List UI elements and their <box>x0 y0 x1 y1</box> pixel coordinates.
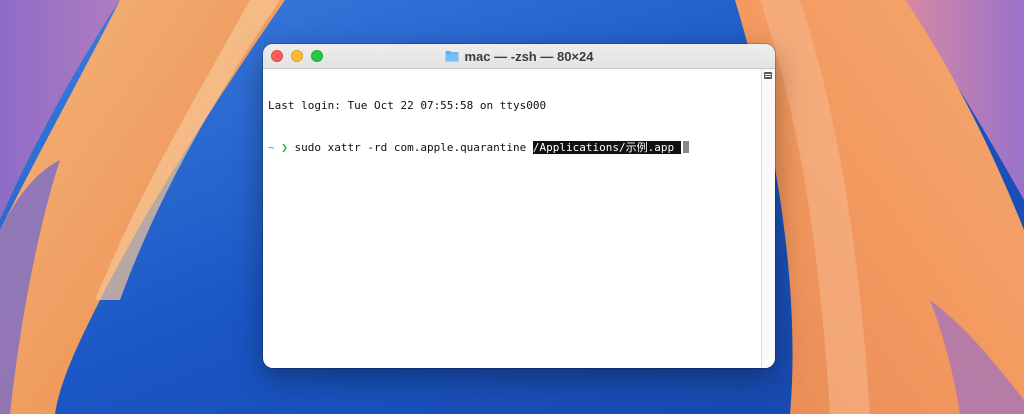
selected-path[interactable]: /Applications/示例.app <box>532 141 681 154</box>
folder-icon <box>445 51 458 62</box>
text-cursor <box>682 141 689 153</box>
scrollbar[interactable] <box>761 69 775 368</box>
last-login-line: Last login: Tue Oct 22 07:55:58 on ttys0… <box>268 99 547 112</box>
command-text: sudo xattr -rd com.apple.quarantine <box>294 141 533 154</box>
window-title: mac — -zsh — 80×24 <box>263 44 775 68</box>
scroll-menu-icon[interactable] <box>764 72 772 79</box>
terminal-window[interactable]: mac — -zsh — 80×24 Last login: Tue Oct 2… <box>263 44 775 368</box>
prompt-path: ~ <box>268 141 275 154</box>
command-line[interactable]: ~ ❯ sudo xattr -rd com.apple.quarantine … <box>268 141 762 155</box>
terminal-content[interactable]: Last login: Tue Oct 22 07:55:58 on ttys0… <box>263 69 762 368</box>
prompt-arrow: ❯ <box>281 141 288 154</box>
title-bar[interactable]: mac — -zsh — 80×24 <box>263 44 775 69</box>
window-title-text: mac — -zsh — 80×24 <box>464 48 594 64</box>
